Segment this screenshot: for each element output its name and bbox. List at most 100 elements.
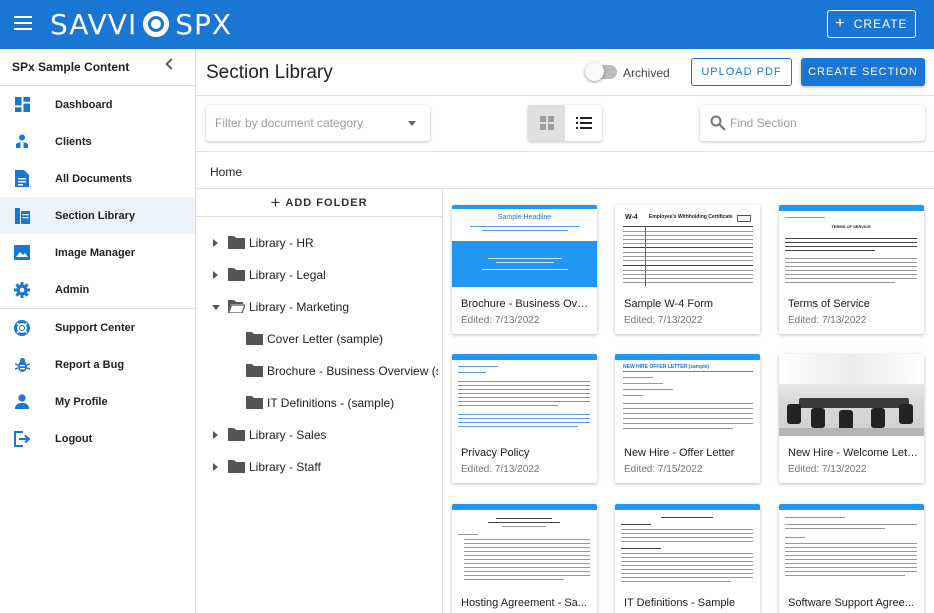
- folder-icon: [228, 268, 245, 281]
- workspace-name: SPx Sample Content: [12, 60, 130, 74]
- sidebar-item-label: Image Manager: [55, 246, 136, 259]
- tree-subfolder-cover-letter[interactable]: Cover Letter (sample): [246, 328, 438, 350]
- card-thumbnail: [779, 504, 924, 586]
- create-section-button[interactable]: CREATE SECTION: [801, 58, 925, 86]
- sidebar-item-my-profile[interactable]: My Profile: [0, 383, 195, 420]
- tree-subfolder-it-definitions[interactable]: IT Definitions - (sample): [246, 392, 438, 414]
- folder-icon: [246, 332, 263, 345]
- sidebar-item-label: Clients: [55, 135, 92, 148]
- folder-icon: [228, 428, 245, 441]
- sidebar-item-label: Logout: [55, 432, 93, 445]
- add-folder-button[interactable]: + ADD FOLDER: [196, 189, 442, 217]
- tree-folder-legal[interactable]: Library - Legal: [213, 264, 438, 286]
- tree-folder-label: IT Definitions - (sample): [267, 396, 395, 410]
- sidebar-item-support-center[interactable]: Support Center: [0, 309, 195, 346]
- thumb-headline: Sample Headline: [497, 214, 552, 221]
- search-input[interactable]: [730, 113, 915, 133]
- card-thumbnail: TERMS OF SERVICE: [779, 205, 924, 287]
- card-title: New Hire - Offer Letter: [624, 447, 735, 459]
- collapse-sidebar-chevron-icon[interactable]: [165, 58, 177, 70]
- expand-arrow-icon[interactable]: [213, 271, 218, 279]
- page-title: Section Library: [206, 62, 333, 83]
- folder-open-icon: [228, 300, 245, 313]
- card-thumbnail: NEW HIRE OFFER LETTER (sample): [615, 354, 760, 436]
- card-thumbnail: Sample Headline: [452, 205, 597, 287]
- section-library-icon: [13, 207, 31, 225]
- expand-arrow-icon[interactable]: [213, 431, 218, 439]
- card-title: IT Definitions - Sample: [624, 597, 736, 609]
- create-label: CREATE: [853, 17, 908, 31]
- card-thumbnail: [452, 504, 597, 586]
- sidebar-item-clients[interactable]: Clients: [0, 123, 195, 160]
- folder-icon: [246, 396, 263, 409]
- logo-mark-icon: [143, 11, 170, 37]
- filter-placeholder: Filter by document category: [215, 116, 364, 130]
- sidebar-item-admin[interactable]: Admin: [0, 271, 195, 308]
- section-card-hosting-agreement[interactable]: Hosting Agreement - Sa...: [452, 504, 597, 613]
- create-button[interactable]: + CREATE: [827, 10, 916, 38]
- card-title: Sample W-4 Form: [624, 298, 714, 310]
- sidebar-item-label: All Documents: [55, 172, 133, 185]
- expand-arrow-icon[interactable]: [213, 239, 218, 247]
- sidebar-item-all-documents[interactable]: All Documents: [0, 160, 195, 197]
- archived-toggle[interactable]: [585, 62, 617, 81]
- logo-text-left: SAVVI: [50, 7, 138, 41]
- section-card-terms-of-service[interactable]: TERMS OF SERVICE Terms of Service Edited…: [779, 205, 924, 334]
- expand-arrow-icon[interactable]: [213, 463, 218, 471]
- bug-icon: [13, 356, 31, 374]
- category-filter-select[interactable]: Filter by document category: [206, 105, 430, 141]
- sidebar-item-dashboard[interactable]: Dashboard: [0, 86, 195, 123]
- section-card-offer-letter[interactable]: NEW HIRE OFFER LETTER (sample) New Hire …: [615, 354, 760, 483]
- sidebar-item-logout[interactable]: Logout: [0, 420, 195, 457]
- section-card-software-support[interactable]: Software Support Agree...: [779, 504, 924, 613]
- thumb-w4-title: Employee's Withholding Certificate: [649, 214, 733, 220]
- list-view-button[interactable]: [565, 105, 602, 141]
- filter-divider: [196, 151, 934, 152]
- search-icon: [710, 115, 726, 136]
- tree-folder-label: Cover Letter (sample): [267, 332, 384, 346]
- tree-folder-hr[interactable]: Library - HR: [213, 232, 438, 254]
- section-card-brochure[interactable]: Sample Headline Brochure - Business Over…: [452, 205, 597, 334]
- grid-view-button[interactable]: [528, 105, 565, 141]
- logo-text-right: SPX: [175, 7, 233, 41]
- sidebar-item-image-manager[interactable]: Image Manager: [0, 234, 195, 271]
- tree-folder-label: Library - Staff: [249, 460, 321, 474]
- find-section-search: [700, 105, 925, 141]
- sidebar: SPx Sample Content Dashboard Clients All…: [0, 49, 196, 613]
- sidebar-item-report-a-bug[interactable]: Report a Bug: [0, 346, 195, 383]
- tree-folder-label: Library - Marketing: [249, 300, 350, 314]
- image-icon: [13, 244, 31, 262]
- person-icon: [13, 393, 31, 411]
- plus-icon: +: [835, 15, 846, 32]
- view-toggle: [528, 105, 602, 141]
- upload-pdf-button[interactable]: UPLOAD PDF: [691, 58, 792, 86]
- card-edited-date: Edited: 7/13/2022: [788, 315, 867, 326]
- tree-folder-sales[interactable]: Library - Sales: [213, 424, 438, 446]
- breadcrumb-home[interactable]: Home: [210, 165, 242, 179]
- archived-label: Archived: [623, 66, 670, 80]
- collapse-arrow-icon[interactable]: [212, 305, 220, 310]
- sidebar-item-label: Dashboard: [55, 98, 113, 111]
- card-title: New Hire - Welcome Letter: [788, 447, 918, 459]
- section-card-it-definitions[interactable]: IT Definitions - Sample: [615, 504, 760, 613]
- card-title: Software Support Agree...: [788, 597, 914, 609]
- folder-tree: + ADD FOLDER Library - HR Library - Lega…: [196, 189, 443, 613]
- header-divider: [196, 95, 934, 96]
- thumb-w4-label: W-4: [625, 214, 638, 221]
- card-title: Hosting Agreement - Sa...: [461, 597, 587, 609]
- savvi-logo[interactable]: SAVVI SPX: [50, 7, 233, 41]
- section-card-privacy-policy[interactable]: Privacy Policy Edited: 7/13/2022: [452, 354, 597, 483]
- tree-folder-marketing[interactable]: Library - Marketing: [212, 296, 438, 318]
- tree-subfolder-brochure[interactable]: Brochure - Business Overview (s...: [246, 360, 438, 382]
- sidebar-item-label: Report a Bug: [55, 358, 125, 371]
- hamburger-menu-icon[interactable]: [14, 16, 32, 30]
- section-card-welcome-letter[interactable]: New Hire - Welcome Letter Edited: 7/13/2…: [779, 354, 924, 483]
- clients-icon: [13, 133, 31, 151]
- tree-folder-staff[interactable]: Library - Staff: [213, 456, 438, 478]
- tree-folder-label: Library - Legal: [249, 268, 326, 282]
- section-card-w4[interactable]: W-4 Employee's Withholding Certificate S…: [615, 205, 760, 334]
- sidebar-item-section-library[interactable]: Section Library: [0, 197, 195, 234]
- card-edited-date: Edited: 7/13/2022: [461, 315, 540, 326]
- tree-folder-label: Brochure - Business Overview (s...: [267, 364, 438, 378]
- dropdown-caret-icon: [408, 121, 416, 126]
